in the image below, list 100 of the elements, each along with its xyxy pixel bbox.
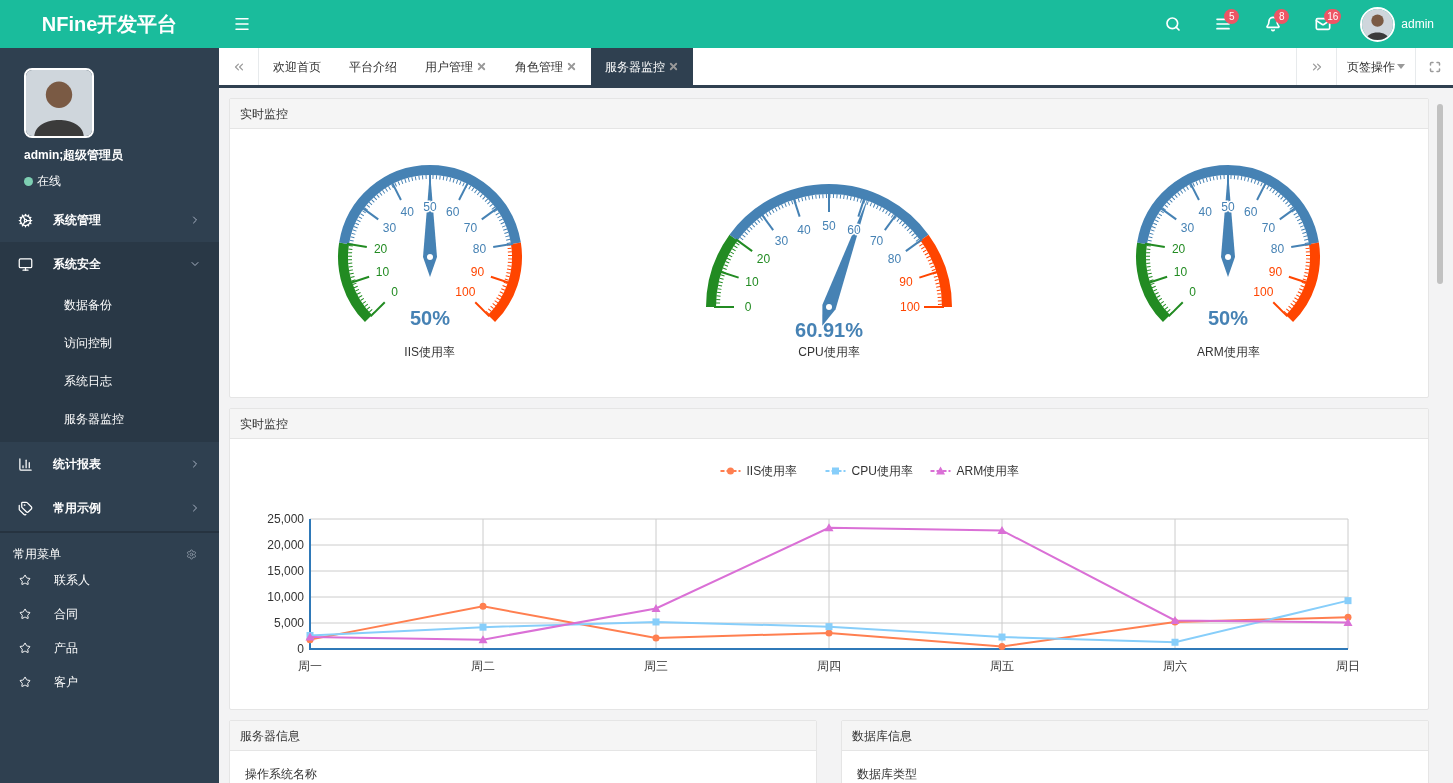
avatar-icon xyxy=(1362,8,1394,40)
submenu-item[interactable]: 服务器监控 xyxy=(0,400,219,438)
submenu-item[interactable]: 系统日志 xyxy=(0,362,219,400)
tick-label: 10 xyxy=(1174,265,1188,280)
tab-actions-button[interactable]: 页签操作 xyxy=(1336,48,1415,85)
legend-label: ARM使用率 xyxy=(956,464,1020,478)
tick-label: 60 xyxy=(1244,205,1258,220)
point xyxy=(1171,638,1179,646)
submenu-item[interactable]: 数据备份 xyxy=(0,286,219,324)
needle-pivot xyxy=(1225,254,1232,260)
point xyxy=(825,629,833,637)
axis-label: 周一 xyxy=(298,659,322,673)
tick-label: 90 xyxy=(470,265,484,280)
count-badge: 5 xyxy=(1224,9,1240,24)
tab[interactable]: 角色管理 xyxy=(501,48,591,85)
info-label: 数据库类型 xyxy=(857,766,918,783)
settings-icon[interactable] xyxy=(186,548,197,560)
tick-label: 70 xyxy=(1262,220,1276,235)
tick-label: 30 xyxy=(382,220,396,235)
axis-label: 周四 xyxy=(817,659,841,673)
legend-marker-icon xyxy=(719,467,742,475)
tick-label: 30 xyxy=(774,234,789,249)
axis-label: 10,000 xyxy=(267,590,304,604)
panel-title: 实时监控 xyxy=(240,415,288,433)
point xyxy=(997,525,1007,534)
axis-label: 20,000 xyxy=(267,538,304,552)
favorite-item[interactable]: 合同 xyxy=(0,597,219,631)
gauge-value: 50% xyxy=(1208,307,1249,329)
point xyxy=(825,623,833,631)
tick-label: 70 xyxy=(463,220,477,235)
axis-label: 15,000 xyxy=(267,564,304,578)
gauge-label: IIS使用率 xyxy=(404,344,455,361)
tick-label: 10 xyxy=(745,274,759,289)
star-icon xyxy=(19,574,31,586)
needle-pivot xyxy=(826,304,832,310)
close-icon[interactable] xyxy=(668,61,679,72)
legend-marker-icon xyxy=(929,466,952,475)
tick-label: 50 xyxy=(822,219,836,233)
menu-item[interactable]: 统计报表 xyxy=(0,442,219,486)
tick-label: 90 xyxy=(899,274,913,289)
point xyxy=(652,634,660,642)
monitor-icon xyxy=(18,256,33,272)
caret-icon xyxy=(1397,64,1405,69)
menu-icon xyxy=(233,15,251,33)
tags-icon xyxy=(18,500,33,516)
close-icon[interactable] xyxy=(566,61,577,72)
tick-label: 40 xyxy=(400,205,414,220)
point xyxy=(998,633,1006,641)
tab[interactable]: 平台介绍 xyxy=(335,48,411,85)
tick-label: 0 xyxy=(744,300,752,314)
tick-label: 0 xyxy=(390,285,398,300)
axis-label: 周二 xyxy=(471,659,495,673)
legend-label: CPU使用率 xyxy=(851,464,913,478)
menu-item[interactable]: 常用示例 xyxy=(0,486,219,530)
gauge-label: CPU使用率 xyxy=(798,344,860,361)
tick-label: 40 xyxy=(1198,205,1213,220)
gauge-value: 50% xyxy=(409,307,450,329)
point xyxy=(1344,597,1352,605)
tick-label: 100 xyxy=(455,285,476,300)
favorite-item[interactable]: 联系人 xyxy=(0,563,219,597)
tick-label: 100 xyxy=(899,300,920,314)
point xyxy=(479,602,487,610)
point xyxy=(478,635,488,644)
tab[interactable]: 服务器监控 xyxy=(591,48,693,85)
avatar-icon xyxy=(26,70,92,136)
tick-label: 80 xyxy=(472,242,486,257)
legend-marker-icon xyxy=(824,467,847,475)
star-icon xyxy=(19,608,31,620)
search-icon xyxy=(1165,16,1182,32)
gauge-value: 60.91% xyxy=(795,319,863,341)
scrollbar[interactable] xyxy=(1437,104,1443,284)
star-icon xyxy=(19,642,31,654)
tick-label: 60 xyxy=(445,205,460,220)
submenu-item[interactable]: 访问控制 xyxy=(0,324,219,362)
favorite-item[interactable]: 产品 xyxy=(0,631,219,665)
tick-label: 90 xyxy=(1269,265,1283,280)
tab[interactable]: 用户管理 xyxy=(411,48,501,85)
status-text: 在线 xyxy=(37,173,61,190)
axis-label: 25,000 xyxy=(267,512,304,526)
axis-label: 5,000 xyxy=(273,616,304,630)
favorite-item[interactable]: 客户 xyxy=(0,665,219,699)
tick-label: 20 xyxy=(756,252,771,267)
tick-label: 80 xyxy=(887,252,902,267)
brand-title: NFine开发平台 xyxy=(41,12,178,37)
tick-label: 100 xyxy=(1253,285,1274,300)
tick-label: 30 xyxy=(1181,220,1195,235)
axis-label: 周五 xyxy=(990,659,1014,673)
tick-label: 0 xyxy=(1189,285,1197,300)
menu-item[interactable]: 系统管理 xyxy=(0,198,219,242)
tab[interactable]: 欢迎首页 xyxy=(259,48,335,85)
count-badge: 8 xyxy=(1274,9,1290,24)
point xyxy=(652,618,660,626)
point xyxy=(479,623,487,631)
tick-label: 20 xyxy=(1172,242,1186,257)
bar-chart-icon xyxy=(18,456,33,472)
tick-label: 20 xyxy=(373,242,387,257)
panel-title: 服务器信息 xyxy=(240,727,300,745)
close-icon[interactable] xyxy=(476,61,487,72)
menu-button[interactable] xyxy=(233,15,251,33)
fullscreen-icon xyxy=(1428,60,1441,73)
